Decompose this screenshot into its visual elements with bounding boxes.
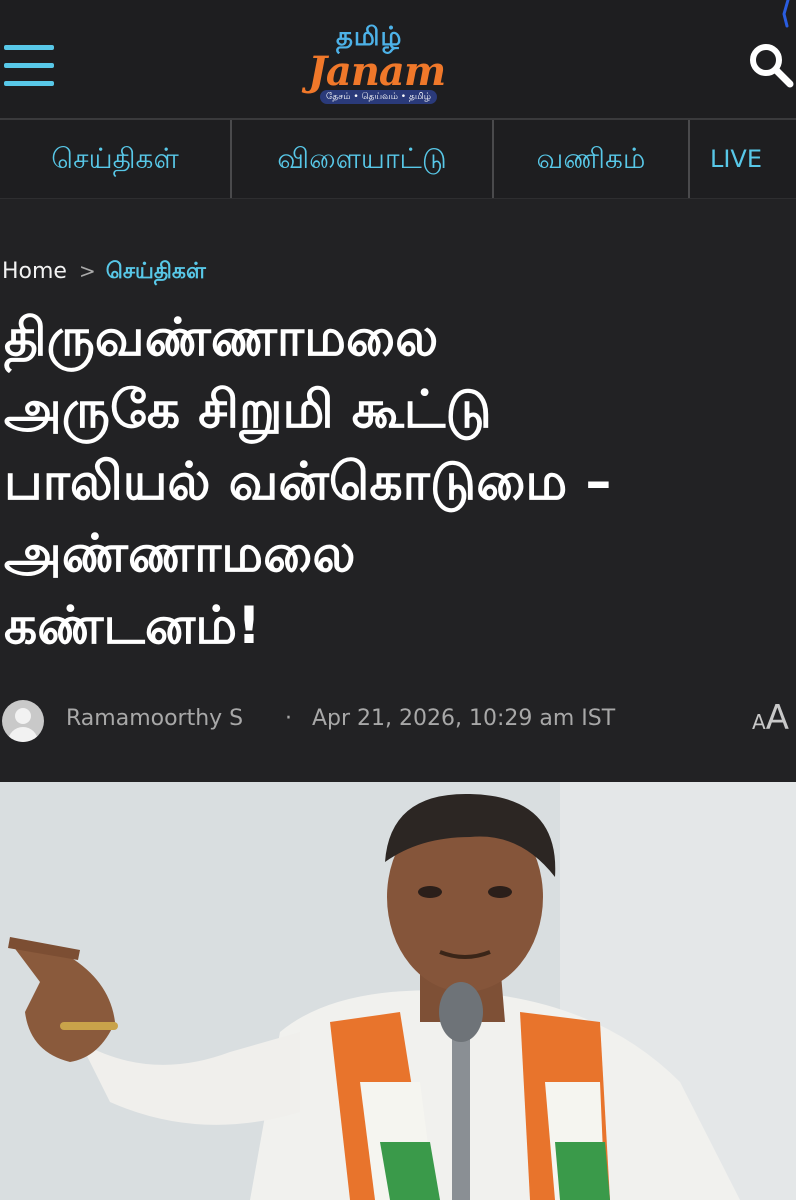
- logo-english-text: Janam: [308, 48, 446, 95]
- chevron-right-icon: >: [78, 259, 96, 283]
- search-icon[interactable]: [746, 38, 796, 88]
- breadcrumb-home-link[interactable]: Home: [2, 259, 67, 284]
- article-title: திருவண்ணாமலை அருகே சிறுமி கூட்டு பாலியல்…: [4, 302, 784, 662]
- breadcrumb-category-link[interactable]: செய்திகள்: [106, 259, 206, 284]
- avatar-body: [8, 727, 38, 742]
- speaker-photo: [0, 782, 796, 1200]
- publish-date: Apr 21, 2026, 10:29 am IST: [312, 706, 616, 731]
- nav-item-sports[interactable]: விளையாட்டு: [232, 120, 494, 198]
- nav-item-news[interactable]: செய்திகள்: [0, 120, 232, 198]
- category-nav: செய்திகள் விளையாட்டு வணிகம் LIVE: [0, 120, 796, 199]
- author-name[interactable]: Ramamoorthy S: [66, 706, 243, 731]
- article-hero-image: [0, 782, 796, 1200]
- hamburger-menu-icon[interactable]: [4, 40, 56, 92]
- pen-annotation-mark: [782, 0, 790, 28]
- nav-item-live[interactable]: LIVE: [690, 120, 782, 198]
- menu-bar: [4, 63, 54, 68]
- title-line: பாலியல் வன்கொடுமை –: [4, 452, 612, 512]
- title-line: திருவண்ணாமலை: [4, 308, 439, 368]
- logo-tagline: தேசம் • தெய்வம் • தமிழ்: [320, 90, 437, 104]
- breadcrumb: Home > செய்திகள்: [2, 254, 206, 288]
- site-header: தமிழ் Janam தேசம் • தெய்வம் • தமிழ்: [0, 0, 796, 120]
- font-large-icon: A: [765, 698, 789, 738]
- menu-bar: [4, 81, 54, 86]
- avatar-head: [15, 708, 31, 724]
- site-logo[interactable]: தமிழ் Janam தேசம் • தெய்வம் • தமிழ்: [306, 22, 458, 108]
- font-size-toggle-button[interactable]: AA: [752, 698, 789, 742]
- font-small-icon: A: [752, 710, 766, 734]
- title-line: கண்டனம்!: [4, 596, 261, 656]
- title-line: அண்ணாமலை: [4, 524, 356, 584]
- title-line: அருகே சிறுமி கூட்டு: [4, 380, 492, 440]
- article-meta: Ramamoorthy S · Apr 21, 2026, 10:29 am I…: [0, 698, 796, 744]
- user-avatar-icon[interactable]: [2, 700, 44, 742]
- nav-item-business[interactable]: வணிகம்: [494, 120, 690, 198]
- meta-separator: ·: [285, 706, 292, 731]
- menu-bar: [4, 45, 54, 50]
